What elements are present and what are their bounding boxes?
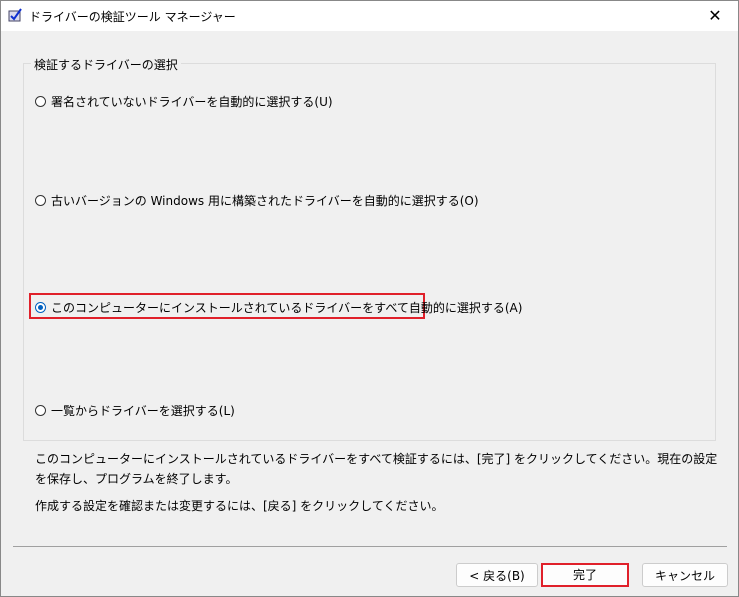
- title-bar: ドライバーの検証ツール マネージャー ✕: [1, 1, 738, 31]
- radio-label: このコンピューターにインストールされているドライバーをすべて自動的に選択する(A…: [51, 301, 523, 315]
- back-button[interactable]: < 戻る(B): [456, 563, 538, 587]
- radio-icon: [35, 195, 46, 206]
- finish-button[interactable]: 完了: [541, 563, 629, 587]
- separator: [13, 546, 727, 547]
- radio-selected-icon: [35, 302, 46, 313]
- driver-selection-group: [23, 63, 716, 441]
- radio-label: 古いバージョンの Windows 用に構築されたドライバーを自動的に選択する(O…: [51, 194, 479, 208]
- verifier-app-icon: [8, 8, 22, 22]
- radio-unsigned-drivers[interactable]: 署名されていないドライバーを自動的に選択する(U): [35, 93, 333, 110]
- radio-label: 署名されていないドライバーを自動的に選択する(U): [51, 95, 333, 109]
- radio-icon: [35, 405, 46, 416]
- radio-select-from-list[interactable]: 一覧からドライバーを選択する(L): [35, 402, 235, 419]
- radio-icon: [35, 96, 46, 107]
- dialog-window: ドライバーの検証ツール マネージャー ✕ 検証するドライバーの選択 署名されてい…: [0, 0, 739, 597]
- radio-all-installed-drivers[interactable]: このコンピューターにインストールされているドライバーをすべて自動的に選択する(A…: [35, 299, 522, 316]
- group-label: 検証するドライバーの選択: [31, 56, 181, 73]
- radio-label: 一覧からドライバーを選択する(L): [51, 404, 235, 418]
- close-button[interactable]: ✕: [692, 1, 738, 31]
- info-text-back: 作成する設定を確認または変更するには、[戻る] をクリックしてください。: [35, 499, 444, 513]
- info-text-finish: このコンピューターにインストールされているドライバーをすべて検証するには、[完了…: [35, 452, 718, 486]
- radio-older-windows-drivers[interactable]: 古いバージョンの Windows 用に構築されたドライバーを自動的に選択する(O…: [35, 192, 479, 209]
- cancel-button[interactable]: キャンセル: [642, 563, 728, 587]
- window-title: ドライバーの検証ツール マネージャー: [29, 10, 236, 24]
